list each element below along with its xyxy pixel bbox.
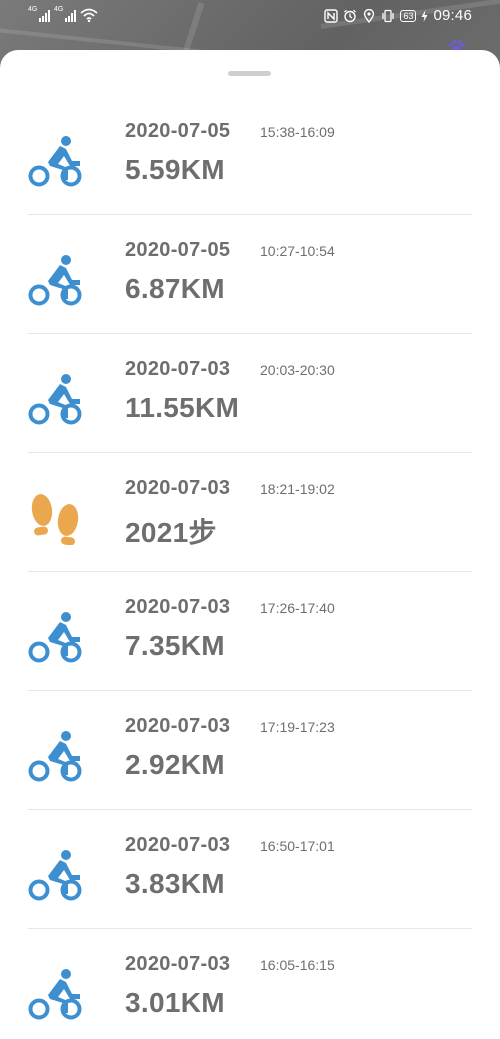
record-date: 2020-07-03 [125,953,231,975]
record-row[interactable]: 2020-07-03 16:50-17:01 3.83KM [28,810,472,929]
clock: 09:46 [433,7,472,24]
record-time-range: 18:21-19:02 [260,481,335,497]
record-value: 3.01KM [125,987,225,1018]
record-date: 2020-07-03 [125,358,231,380]
alarm-icon [344,9,357,22]
cellular-signal-icon: 4G [54,6,76,22]
record-time-range: 16:05-16:15 [260,957,335,973]
record-value: 2.92KM [125,749,225,780]
vibrate-icon [382,9,395,22]
nfc-icon [324,8,339,23]
record-row[interactable]: 2020-07-03 16:05-16:15 3.01KM [28,929,472,1039]
bicycle-icon [28,136,82,187]
record-time-range: 16:50-17:01 [260,838,335,854]
charging-icon [421,9,428,22]
bicycle-icon [28,850,82,901]
wifi-icon [80,8,98,22]
bicycle-icon [28,731,82,782]
bicycle-icon [28,969,82,1020]
record-row[interactable]: 2020-07-05 10:27-10:54 6.87KM [28,215,472,334]
record-date: 2020-07-03 [125,477,231,499]
record-row[interactable]: 2020-07-03 17:19-17:23 2.92KM [28,691,472,810]
record-row[interactable]: 2020-07-03 17:26-17:40 7.35KM [28,572,472,691]
status-bar: 4G 4G 63 09:46 [0,0,500,34]
record-time-range: 10:27-10:54 [260,243,335,259]
record-value: 11.55KM [125,392,240,423]
record-time-range: 20:03-20:30 [260,362,335,378]
record-value: 7.35KM [125,630,225,661]
record-row[interactable]: 2020-07-03 18:21-19:02 2021步 [28,453,472,572]
bicycle-icon [28,255,82,306]
record-value: 2021步 [125,517,217,548]
bicycle-icon [28,612,82,663]
cellular-signal-icon: 4G [28,6,50,22]
footprints-icon [31,494,79,545]
record-value: 5.59KM [125,154,225,185]
battery-indicator: 63 [400,9,417,22]
record-date: 2020-07-03 [125,596,231,618]
record-row[interactable]: 2020-07-03 20:03-20:30 11.55KM [28,334,472,453]
record-date: 2020-07-03 [125,834,231,856]
record-value: 6.87KM [125,273,225,304]
location-icon [364,8,375,23]
records-bottom-sheet: 2020-07-05 15:38-16:09 5.59KM 2020-07-05… [0,50,500,1039]
bicycle-icon [28,374,82,425]
record-date: 2020-07-05 [125,120,231,142]
record-time-range: 15:38-16:09 [260,124,335,140]
record-date: 2020-07-03 [125,715,231,737]
record-value: 3.83KM [125,868,225,899]
sheet-drag-handle[interactable] [228,71,271,76]
record-time-range: 17:19-17:23 [260,719,335,735]
record-time-range: 17:26-17:40 [260,600,335,616]
activity-records-list[interactable]: 2020-07-05 15:38-16:09 5.59KM 2020-07-05… [0,96,500,1039]
record-row[interactable]: 2020-07-05 15:38-16:09 5.59KM [28,96,472,215]
record-date: 2020-07-05 [125,239,231,261]
